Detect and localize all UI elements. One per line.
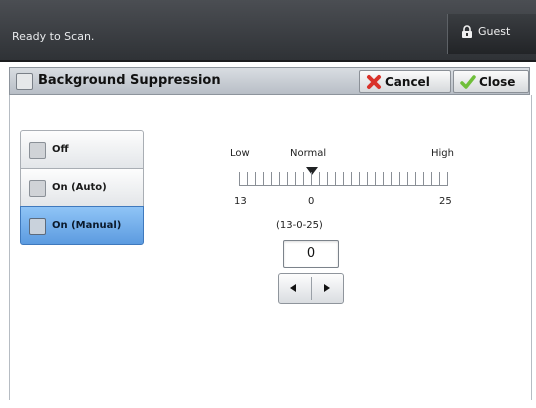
close-button[interactable]: Close (453, 70, 529, 93)
lock-icon (462, 25, 472, 38)
status-bar: Ready to Scan. Guest (0, 0, 536, 62)
checkbox-icon (29, 142, 46, 159)
feature-header: Background Suppression Cancel Close (9, 67, 530, 95)
checkmark-icon (460, 75, 476, 89)
scale-mid-value: 0 (308, 196, 315, 207)
option-off[interactable]: Off (20, 130, 144, 169)
option-on-manual[interactable]: On (Manual) (20, 206, 144, 245)
level-value-field[interactable]: 0 (283, 240, 339, 268)
option-label: Off (52, 144, 69, 155)
suppression-options: Off On (Auto) On (Manual) (20, 130, 144, 245)
scale-baseline (239, 185, 448, 186)
scale-low-label: Low (230, 148, 250, 159)
status-message: Ready to Scan. (12, 30, 95, 43)
level-scale[interactable] (239, 172, 448, 186)
main-panel: Off On (Auto) On (Manual) (9, 95, 532, 400)
scale-normal-label: Normal (290, 148, 327, 159)
user-login-button[interactable]: Guest (447, 14, 536, 54)
right-arrow-icon (324, 284, 330, 292)
checkbox-icon (29, 180, 46, 197)
cancel-button[interactable]: Cancel (359, 70, 451, 93)
left-arrow-icon (290, 284, 296, 292)
scale-high-label: High (431, 148, 454, 159)
scale-max-value: 25 (439, 196, 452, 207)
option-label: On (Auto) (52, 182, 107, 193)
page-title: Background Suppression (38, 73, 221, 88)
user-label: Guest (478, 25, 511, 38)
scale-min-value: 13 (234, 196, 247, 207)
cancel-label: Cancel (385, 75, 430, 89)
feature-icon (16, 73, 33, 90)
range-text: (13-0-25) (276, 220, 323, 231)
level-stepper (278, 273, 344, 304)
option-label: On (Manual) (52, 220, 122, 231)
option-on-auto[interactable]: On (Auto) (20, 168, 144, 207)
manual-gear-icon (29, 218, 46, 235)
close-label: Close (479, 75, 516, 89)
cancel-x-icon (367, 75, 381, 89)
